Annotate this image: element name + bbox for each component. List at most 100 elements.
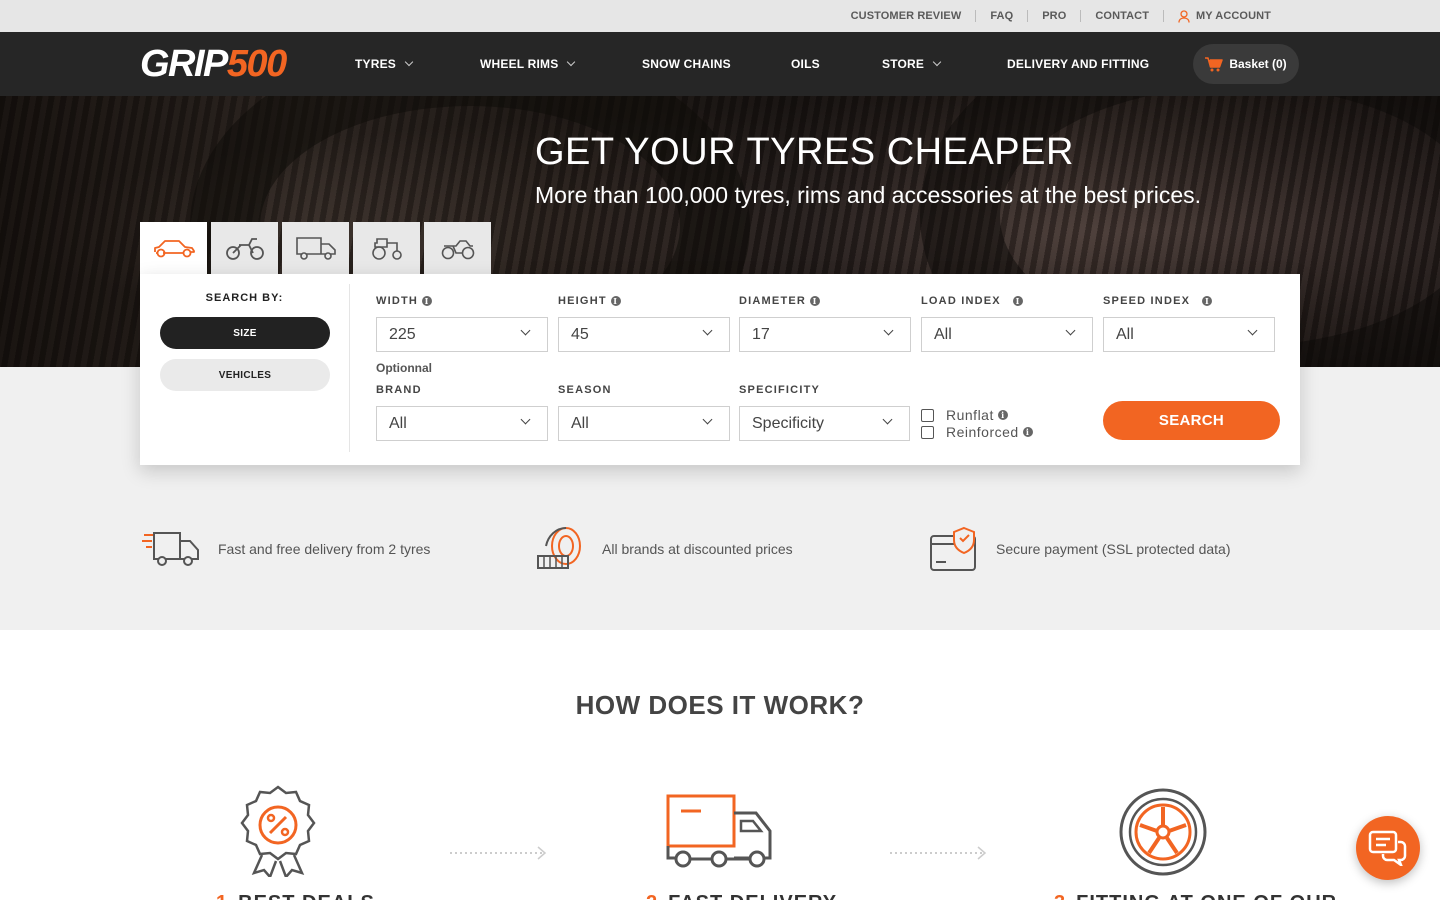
diameter-label: DIAMETER i <box>739 295 821 307</box>
diameter-label-text: DIAMETER <box>739 295 807 307</box>
chevron-down-icon <box>520 325 531 336</box>
brand-label: BRAND <box>376 384 422 396</box>
nav-wheel-rims-label: WHEEL RIMS <box>480 57 559 71</box>
feature-payment-text: Secure payment (SSL protected data) <box>996 541 1231 557</box>
tab-tractor[interactable] <box>353 222 420 274</box>
season-select-value: All <box>571 414 589 432</box>
logo-text-white: GRIP <box>140 43 228 85</box>
step-1-text: BEST DEALS <box>238 892 375 900</box>
info-icon[interactable]: i <box>422 296 433 306</box>
search-by-vehicles-button[interactable]: VEHICLES <box>160 359 330 391</box>
info-icon[interactable]: i <box>1013 296 1024 306</box>
season-select[interactable]: All <box>558 406 730 441</box>
search-panel: SEARCH BY: SIZE VEHICLES WIDTH i HEIGHT i … <box>140 274 1300 465</box>
cart-icon <box>1205 56 1224 71</box>
nav-store[interactable]: STORE <box>882 32 942 96</box>
step-3-title: 3 FITTING AT ONE OF OUR <box>1054 892 1337 900</box>
step-2-number: 2 <box>646 892 658 900</box>
info-icon[interactable]: i <box>810 296 821 306</box>
nav-tyres[interactable]: TYRES <box>355 32 414 96</box>
search-by-label: SEARCH BY: <box>205 292 284 304</box>
height-label-text: HEIGHT <box>558 295 607 307</box>
info-icon[interactable]: i <box>610 296 621 306</box>
logo-text-orange: 500 <box>226 43 287 85</box>
runflat-label: Runflat <box>946 407 994 423</box>
feature-delivery: Fast and free delivery from 2 tyres <box>140 526 430 572</box>
height-label: HEIGHT i <box>558 295 621 307</box>
nav-delivery-fitting-label: DELIVERY AND FITTING <box>1007 57 1150 71</box>
top-links: CUSTOMER REVIEW FAQ PRO CONTACT MY ACCOU… <box>837 0 1285 32</box>
feature-brands: All brands at discounted prices <box>536 526 793 572</box>
chevron-down-icon <box>404 57 414 67</box>
chevron-down-icon <box>520 414 531 425</box>
load-index-select-value: All <box>934 325 952 343</box>
diameter-select-value: 17 <box>752 325 770 343</box>
discount-badge-icon <box>240 785 316 877</box>
height-select[interactable]: 45 <box>558 317 730 352</box>
delivery-truck-icon <box>142 532 199 566</box>
checkbox-box[interactable] <box>921 408 934 422</box>
search-by-size-button[interactable]: SIZE <box>160 317 330 349</box>
speed-index-label-text: SPEED INDEX <box>1103 295 1191 307</box>
tab-quad[interactable] <box>424 222 491 274</box>
hero-title: GET YOUR TYRES CHEAPER <box>535 131 1074 173</box>
load-index-select[interactable]: All <box>921 317 1093 352</box>
step-3-number: 3 <box>1054 892 1066 900</box>
chevron-down-icon <box>567 57 576 67</box>
width-select-value: 225 <box>389 325 416 343</box>
chat-button[interactable] <box>1356 816 1420 880</box>
brand-select[interactable]: All <box>376 406 548 441</box>
tractor-icon <box>371 238 402 260</box>
info-icon[interactable]: i <box>1202 296 1213 306</box>
van-icon <box>295 237 336 260</box>
speed-index-select[interactable]: All <box>1103 317 1275 352</box>
height-select-value: 45 <box>571 325 589 343</box>
step-1-number: 1 <box>216 892 228 900</box>
info-icon[interactable]: i <box>997 410 1008 420</box>
grip500-logo[interactable]: GRIP500 <box>140 43 287 85</box>
runflat-checkbox[interactable]: Runflat i <box>921 407 1008 423</box>
step-2-text: FAST DELIVERY <box>668 892 837 900</box>
nav-tyres-label: TYRES <box>355 57 397 71</box>
width-select[interactable]: 225 <box>376 317 548 352</box>
pro-link[interactable]: PRO <box>1028 10 1082 22</box>
diameter-select[interactable]: 17 <box>739 317 911 352</box>
chevron-down-icon <box>882 414 893 425</box>
tab-van[interactable] <box>282 222 349 274</box>
contact-link[interactable]: CONTACT <box>1081 10 1165 22</box>
user-icon <box>1178 9 1190 23</box>
search-button[interactable]: SEARCH <box>1103 401 1280 440</box>
optional-label: Optionnal <box>376 361 432 375</box>
chevron-down-icon <box>932 57 942 67</box>
nav-delivery-fitting[interactable]: DELIVERY AND FITTING <box>1007 32 1149 96</box>
nav-snow-chains[interactable]: SNOW CHAINS <box>642 32 731 96</box>
my-account-link[interactable]: MY ACCOUNT <box>1164 9 1285 23</box>
speed-index-label: SPEED INDEX i <box>1103 295 1213 307</box>
my-account-label: MY ACCOUNT <box>1196 10 1271 22</box>
basket-label: Basket (0) <box>1229 57 1287 71</box>
customer-review-link[interactable]: CUSTOMER REVIEW <box>837 10 977 22</box>
arrow-right-icon <box>450 846 547 860</box>
load-index-label: LOAD INDEX i <box>921 295 1024 307</box>
tab-car[interactable] <box>140 222 207 274</box>
nav-oils[interactable]: OILS <box>791 32 820 96</box>
load-index-label-text: LOAD INDEX <box>921 295 1001 307</box>
how-title: HOW DOES IT WORK? <box>575 690 865 720</box>
wheel-rim-icon <box>1119 788 1207 876</box>
info-icon[interactable]: i <box>1022 427 1033 437</box>
width-label-text: WIDTH <box>376 295 419 307</box>
nav-wheel-rims[interactable]: WHEEL RIMS <box>480 32 576 96</box>
checkbox-box[interactable] <box>921 425 934 439</box>
basket-button[interactable]: Basket (0) <box>1193 44 1299 84</box>
nav-snow-chains-label: SNOW CHAINS <box>642 57 731 71</box>
panel-divider <box>349 284 350 452</box>
secure-payment-icon <box>930 526 976 571</box>
nav-oils-label: OILS <box>791 57 820 71</box>
reinforced-checkbox[interactable]: Reinforced i <box>921 424 1033 440</box>
chevron-down-icon <box>1065 325 1076 336</box>
width-label: WIDTH i <box>376 295 433 307</box>
car-icon <box>153 240 195 258</box>
tab-motorcycle[interactable] <box>211 222 278 274</box>
specificity-select[interactable]: Specificity <box>739 406 910 441</box>
faq-link[interactable]: FAQ <box>976 10 1029 22</box>
